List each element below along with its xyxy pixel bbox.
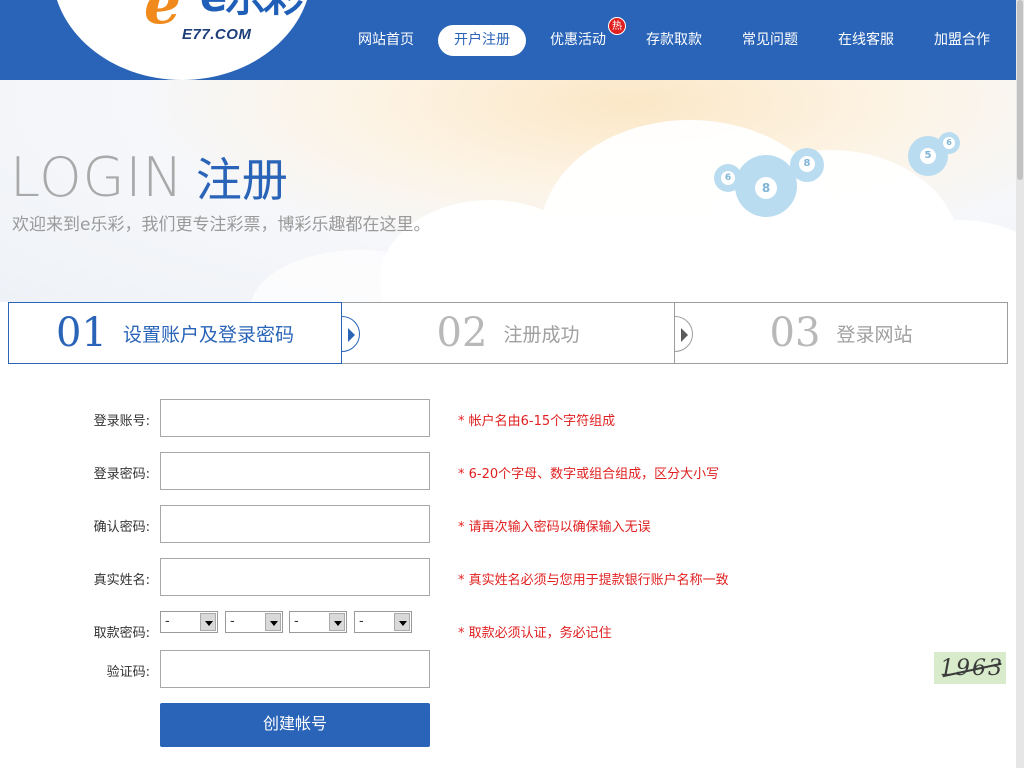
create-account-button[interactable]: 创建帐号 — [160, 703, 430, 747]
withdraw-pin-select-3[interactable]: - — [289, 611, 347, 633]
confirm-password-input[interactable] — [160, 505, 430, 543]
ball-number: 8 — [755, 177, 777, 199]
nav-partnership[interactable]: 加盟合作 — [918, 25, 1006, 56]
logo-text: e乐彩 — [200, 0, 303, 18]
lottery-ball-icon: 6 — [938, 132, 960, 154]
password-input[interactable] — [160, 452, 430, 490]
step-number: 01 — [56, 310, 107, 356]
confirm-password-label: 确认密码: — [93, 520, 150, 535]
form-row-real-name: 真实姓名: * 真实姓名必须与您用于提款银行账户名称一致 — [8, 558, 1008, 596]
username-label: 登录账号: — [93, 414, 150, 429]
nav-faq[interactable]: 常见问题 — [726, 25, 814, 56]
ball-number: 8 — [799, 156, 815, 172]
step-label: 设置账户及登录密码 — [122, 323, 294, 346]
step-1: 01 设置账户及登录密码 — [8, 302, 360, 364]
page-title-cn: 注册 — [195, 153, 288, 207]
nav-deposit-withdraw[interactable]: 存款取款 — [630, 25, 718, 56]
step-label: 登录网站 — [836, 323, 913, 346]
form-row-withdraw-pin: 取款密码: - - - - * 取款必须认证，务必记住 — [8, 611, 1008, 649]
logo[interactable]: e e乐彩 E77.COM — [52, 0, 312, 80]
lottery-ball-icon: 8 — [790, 148, 824, 182]
withdraw-pin-label: 取款密码: — [93, 626, 150, 641]
page-title: LOGIN 注册 — [10, 144, 288, 210]
select-value: - — [230, 614, 235, 629]
withdraw-pin-select-1[interactable]: - — [160, 611, 218, 633]
nav-register[interactable]: 开户注册 — [438, 25, 526, 56]
withdraw-pin-select-4[interactable]: - — [354, 611, 412, 633]
hot-badge: 热 — [608, 17, 626, 35]
withdraw-pin-hint: * 取款必须认证，务必记住 — [458, 626, 612, 641]
registration-page: e e乐彩 E77.COM 网站首页 开户注册 优惠活动 热 存款取款 常见问题… — [0, 0, 1024, 768]
captcha-input[interactable] — [160, 650, 430, 688]
registration-steps: 01 设置账户及登录密码 02 注册成功 03 登录网站 — [8, 302, 1008, 364]
withdraw-pin-select-2[interactable]: - — [225, 611, 283, 633]
select-value: - — [165, 614, 170, 629]
ball-number: 5 — [920, 148, 936, 164]
page-title-en: LOGIN — [10, 146, 184, 209]
hero-banner: 8 8 6 5 6 LOGIN 注册 欢迎来到e乐彩，我们更专注彩票，博彩乐趣都… — [0, 80, 1016, 302]
nav-home[interactable]: 网站首页 — [342, 25, 430, 56]
lottery-ball-icon: 6 — [714, 164, 742, 192]
step-3: 03 登录网站 — [675, 303, 1007, 363]
form-row-confirm-password: 确认密码: * 请再次输入密码以确保输入无误 — [8, 505, 1008, 543]
chevron-down-icon[interactable] — [329, 613, 345, 631]
real-name-hint: * 真实姓名必须与您用于提款银行账户名称一致 — [458, 573, 729, 588]
scrollbar-thumb[interactable] — [1017, 0, 1023, 180]
select-value: - — [294, 614, 299, 629]
chevron-down-icon[interactable] — [394, 613, 410, 631]
chevron-down-icon[interactable] — [265, 613, 281, 631]
username-hint: * 帐户名由6-15个字符组成 — [458, 414, 616, 429]
nav-live-support[interactable]: 在线客服 — [822, 25, 910, 56]
form-row-password: 登录密码: * 6-20个字母、数字或组合组成，区分大小写 — [8, 452, 1008, 490]
page-scrollbar[interactable] — [1016, 0, 1024, 768]
step-label: 注册成功 — [503, 323, 580, 346]
captcha-image[interactable]: 1963 — [934, 652, 1006, 684]
logo-domain: E77.COM — [182, 26, 252, 43]
ball-number: 6 — [943, 137, 955, 149]
form-row-username: 登录账号: * 帐户名由6-15个字符组成 — [8, 399, 1008, 437]
step-2: 02 注册成功 — [342, 303, 693, 363]
lottery-ball-icon: 8 — [735, 155, 797, 217]
nav-promotions-label: 优惠活动 — [550, 32, 606, 48]
chevron-down-icon[interactable] — [200, 613, 216, 631]
password-label: 登录密码: — [93, 467, 150, 482]
ball-number: 6 — [721, 171, 735, 185]
captcha-label: 验证码: — [106, 665, 150, 680]
nav-promotions[interactable]: 优惠活动 热 — [534, 17, 626, 56]
form-row-captcha: 验证码: 1963 — [8, 650, 1008, 688]
main-nav: 网站首页 开户注册 优惠活动 热 存款取款 常见问题 在线客服 加盟合作 — [334, 17, 1006, 56]
step-number: 02 — [436, 310, 488, 356]
step-number: 03 — [769, 310, 821, 356]
logo-e-mark: e — [144, 0, 181, 37]
real-name-input[interactable] — [160, 558, 430, 596]
real-name-label: 真实姓名: — [93, 573, 150, 588]
banner-subtitle: 欢迎来到e乐彩，我们更专注彩票，博彩乐趣都在这里。 — [12, 215, 431, 235]
username-input[interactable] — [160, 399, 430, 437]
password-hint: * 6-20个字母、数字或组合组成，区分大小写 — [458, 467, 720, 482]
select-value: - — [359, 614, 364, 629]
step-arrow-icon — [342, 316, 360, 352]
confirm-password-hint: * 请再次输入密码以确保输入无误 — [458, 520, 651, 535]
registration-form: 登录账号: * 帐户名由6-15个字符组成 登录密码: * 6-20个字母、数字… — [8, 364, 1008, 768]
site-header: e e乐彩 E77.COM 网站首页 开户注册 优惠活动 热 存款取款 常见问题… — [0, 0, 1016, 80]
step-arrow-icon — [675, 316, 693, 352]
